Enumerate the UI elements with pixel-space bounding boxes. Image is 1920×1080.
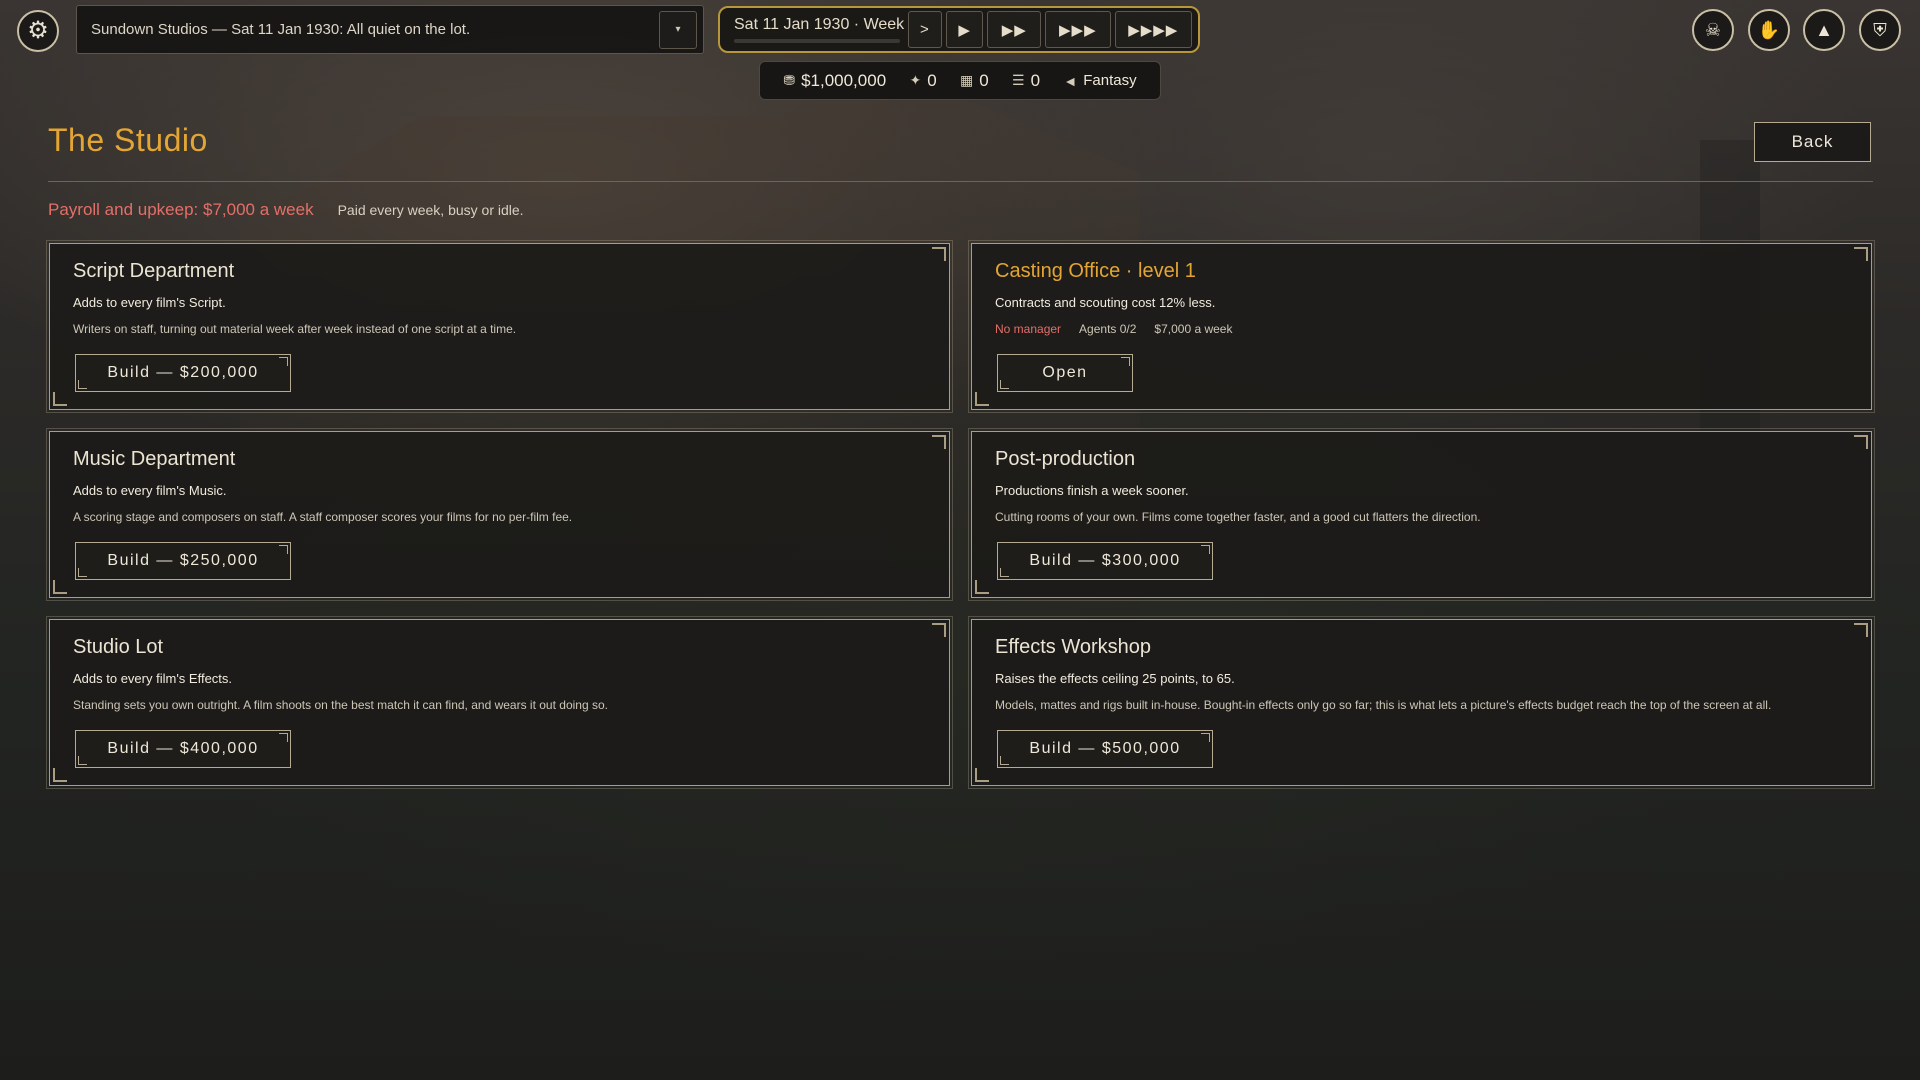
manager-status: No manager (995, 322, 1062, 336)
scripts-value: 0 (1030, 70, 1041, 90)
gear-icon: ⚙ (27, 17, 49, 44)
money-stat: ⛃ $1,000,000 (783, 71, 886, 91)
films-value: 0 (979, 70, 989, 90)
upkeep-note: Paid every week, busy or idle. (337, 202, 524, 218)
speed-3-button[interactable]: ▶▶▶ (1045, 11, 1111, 48)
hand-icon[interactable]: ✋ (1748, 9, 1790, 51)
card-effect: Adds to every film's Music. (73, 483, 227, 498)
weekly-cost: $7,000 a week (1154, 322, 1233, 336)
build-music-department-button[interactable]: Build — $250,000 (75, 542, 291, 580)
card-title: Post-production (995, 448, 1136, 470)
stars-value: 0 (927, 70, 937, 90)
upkeep-summary: Payroll and upkeep: $7,000 a week Paid e… (48, 200, 524, 220)
star-wand-icon: ✦ (909, 72, 922, 88)
card-script-department: Script Department Adds to every film's S… (46, 240, 953, 413)
card-studio-lot: Studio Lot Adds to every film's Effects.… (46, 616, 953, 789)
date-display: Sat 11 Jan 1930 · Week 1 (734, 16, 918, 43)
build-studio-lot-button[interactable]: Build — $400,000 (75, 730, 291, 768)
card-description: A scoring stage and composers on staff. … (73, 510, 573, 524)
pyramid-icon[interactable]: ▲ (1803, 9, 1845, 51)
card-title: Music Department (73, 448, 236, 470)
back-button[interactable]: Back (1754, 122, 1871, 162)
chevron-down-icon: ▾ (675, 24, 681, 35)
genre-stat: ◄ Fantasy (1063, 72, 1136, 89)
build-post-production-button[interactable]: Build — $300,000 (997, 542, 1213, 580)
megaphone-icon: ◄ (1063, 72, 1078, 89)
card-effect: Raises the effects ceiling 25 points, to… (995, 671, 1235, 686)
card-effect: Adds to every film's Script. (73, 295, 226, 310)
card-title: Effects Workshop (995, 636, 1151, 658)
genre-value: Fantasy (1083, 72, 1137, 89)
build-effects-workshop-button[interactable]: Build — $500,000 (997, 730, 1213, 768)
settings-button[interactable]: ⚙ (17, 10, 59, 52)
card-description: Cutting rooms of your own. Films come to… (995, 510, 1481, 524)
card-effect: Adds to every film's Effects. (73, 671, 233, 686)
card-description: Writers on staff, turning out material w… (73, 322, 517, 336)
card-music-department: Music Department Adds to every film's Mu… (46, 428, 953, 601)
header-divider (48, 181, 1873, 182)
agents-count: Agents 0/2 (1079, 322, 1137, 336)
card-effect: Contracts and scouting cost 12% less. (995, 295, 1216, 310)
page-title: The Studio (48, 122, 208, 158)
card-title: Studio Lot (73, 636, 164, 658)
card-description: Models, mattes and rigs built in-house. … (995, 698, 1772, 712)
news-ticker[interactable]: Sundown Studios — Sat 11 Jan 1930: All q… (76, 5, 704, 54)
card-title: Casting Office · level 1 (995, 260, 1196, 282)
time-controls: Sat 11 Jan 1930 · Week 1 > ▶ ▶▶ ▶▶▶ ▶▶▶▶ (718, 6, 1200, 53)
card-meta: No manager Agents 0/2 $7,000 a week (995, 322, 1871, 336)
skull-icon[interactable]: ☠ (1692, 9, 1734, 51)
money-bag-icon: ⛃ (783, 72, 796, 88)
ticker-dropdown-button[interactable]: ▾ (659, 10, 697, 49)
films-stat: ▦ 0 (960, 71, 989, 91)
speed-2-button[interactable]: ▶▶ (987, 11, 1042, 48)
date-text: Sat 11 Jan 1930 · Week 1 (734, 16, 918, 33)
step-button[interactable]: > (908, 11, 942, 48)
scripts-stat: ☰ 0 (1012, 71, 1040, 91)
open-casting-office-button[interactable]: Open (997, 354, 1133, 392)
card-title: Script Department (73, 260, 235, 282)
film-reel-icon: ▦ (960, 72, 974, 88)
resource-bar: ⛃ $1,000,000 ✦ 0 ▦ 0 ☰ 0 ◄ Fantasy (759, 61, 1161, 100)
stars-stat: ✦ 0 (909, 71, 936, 91)
week-progress-bar (734, 39, 900, 43)
card-effects-workshop: Effects Workshop Raises the effects ceil… (968, 616, 1875, 789)
upkeep-cost: Payroll and upkeep: $7,000 a week (48, 200, 314, 219)
speed-4-button[interactable]: ▶▶▶▶ (1114, 11, 1192, 48)
card-effect: Productions finish a week sooner. (995, 483, 1189, 498)
card-casting-office: Casting Office · level 1 Contracts and s… (968, 240, 1875, 413)
shield-icon[interactable]: ⛨ (1859, 9, 1901, 51)
card-description: Standing sets you own outright. A film s… (73, 698, 608, 712)
play-button[interactable]: ▶ (945, 11, 984, 48)
money-value: $1,000,000 (801, 70, 887, 90)
ticker-text: Sundown Studios — Sat 11 Jan 1930: All q… (91, 21, 471, 38)
card-post-production: Post-production Productions finish a wee… (968, 428, 1875, 601)
clapperboard-icon: ☰ (1012, 72, 1025, 88)
build-script-department-button[interactable]: Build — $200,000 (75, 354, 291, 392)
